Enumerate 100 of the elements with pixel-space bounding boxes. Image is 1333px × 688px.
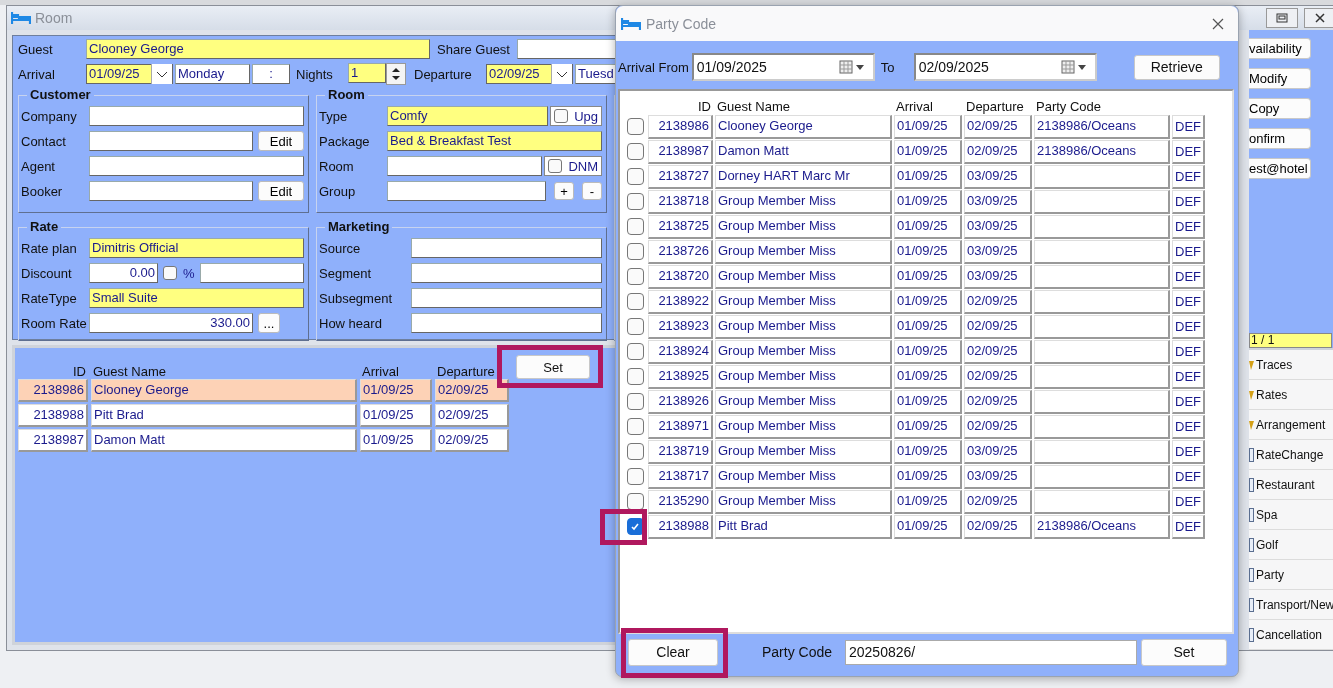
table-cell[interactable]: Damon Matt bbox=[715, 139, 892, 164]
table-cell[interactable] bbox=[1034, 214, 1170, 239]
dropdown-icon[interactable] bbox=[551, 64, 572, 84]
side-button[interactable]: vailability bbox=[1249, 38, 1311, 59]
checkbox[interactable] bbox=[626, 218, 644, 235]
table-cell[interactable]: 2138717 bbox=[648, 464, 713, 489]
table-cell[interactable]: 03/09/25 bbox=[964, 189, 1032, 214]
def-button[interactable]: DEF bbox=[1172, 139, 1205, 164]
text-field[interactable] bbox=[411, 238, 602, 258]
checkbox[interactable] bbox=[626, 143, 644, 160]
date-field[interactable]: 02/09/2025 bbox=[913, 53, 1097, 81]
checkbox[interactable] bbox=[626, 118, 644, 135]
def-button[interactable]: DEF bbox=[1172, 189, 1205, 214]
table-cell[interactable]: 2138925 bbox=[648, 364, 713, 389]
side-button[interactable]: Copy bbox=[1249, 98, 1311, 119]
side-tab[interactable]: Party bbox=[1249, 560, 1333, 590]
table-cell[interactable]: Dorney HART Marc Mr bbox=[715, 164, 892, 189]
table-cell[interactable]: 02/09/25 bbox=[964, 114, 1032, 139]
table-cell[interactable]: Pitt Brad bbox=[715, 514, 892, 539]
table-cell[interactable]: Group Member Miss bbox=[715, 414, 892, 439]
side-tab[interactable]: Restaurant bbox=[1249, 470, 1333, 500]
table-cell[interactable]: 2138987 bbox=[18, 429, 88, 452]
date-field[interactable]: 01/09/25 bbox=[86, 64, 173, 84]
table-cell[interactable]: Group Member Miss bbox=[715, 264, 892, 289]
text-field[interactable] bbox=[199, 263, 304, 283]
spinner-icon[interactable] bbox=[386, 63, 406, 85]
date-field[interactable]: 02/09/25 bbox=[486, 64, 573, 84]
table-cell[interactable]: Pitt Brad bbox=[91, 404, 357, 427]
def-button[interactable]: DEF bbox=[1172, 339, 1205, 364]
calendar-icon[interactable] bbox=[1060, 60, 1087, 74]
side-button[interactable]: Modify bbox=[1249, 68, 1311, 89]
table-cell[interactable]: 01/09/25 bbox=[894, 489, 962, 514]
text-field[interactable]: Small Suite bbox=[89, 288, 304, 308]
table-cell[interactable]: 01/09/25 bbox=[894, 464, 962, 489]
table-cell[interactable]: Clooney George bbox=[91, 379, 357, 402]
table-cell[interactable]: 2138719 bbox=[648, 439, 713, 464]
checkbox[interactable] bbox=[626, 243, 644, 260]
def-button[interactable]: DEF bbox=[1172, 489, 1205, 514]
checkbox[interactable] bbox=[548, 159, 563, 173]
table-cell[interactable]: 2138986 bbox=[648, 114, 713, 139]
table-cell[interactable]: 2138971 bbox=[648, 414, 713, 439]
table-cell[interactable] bbox=[1034, 389, 1170, 414]
table-cell[interactable]: Group Member Miss bbox=[715, 364, 892, 389]
table-cell[interactable]: 03/09/25 bbox=[964, 164, 1032, 189]
def-button[interactable]: DEF bbox=[1172, 114, 1205, 139]
table-cell[interactable]: 01/09/25 bbox=[894, 114, 962, 139]
table-cell[interactable]: 2138986/Oceans bbox=[1034, 139, 1170, 164]
table-cell[interactable]: 01/09/25 bbox=[894, 414, 962, 439]
text-field[interactable] bbox=[411, 288, 602, 308]
side-tab[interactable]: Arrangement bbox=[1249, 410, 1333, 440]
table-cell[interactable]: 2138727 bbox=[648, 164, 713, 189]
table-cell[interactable]: 02/09/25 bbox=[435, 404, 509, 427]
table-cell[interactable] bbox=[1034, 439, 1170, 464]
table-cell[interactable]: 03/09/25 bbox=[964, 264, 1032, 289]
date-field[interactable]: 01/09/2025 bbox=[691, 53, 875, 81]
table-cell[interactable]: 01/09/25 bbox=[894, 239, 962, 264]
table-cell[interactable]: 2135290 bbox=[648, 489, 713, 514]
table-cell[interactable]: 01/09/25 bbox=[894, 139, 962, 164]
table-cell[interactable]: Group Member Miss bbox=[715, 289, 892, 314]
table-cell[interactable]: 01/09/25 bbox=[360, 429, 432, 452]
def-button[interactable]: DEF bbox=[1172, 514, 1205, 539]
text-field[interactable]: Dimitris Official bbox=[89, 238, 304, 258]
table-cell[interactable] bbox=[1034, 289, 1170, 314]
edit-button[interactable]: Edit bbox=[258, 131, 304, 151]
table-cell[interactable]: 01/09/25 bbox=[360, 404, 432, 427]
text-field[interactable] bbox=[387, 156, 543, 176]
table-cell[interactable]: 01/09/25 bbox=[894, 214, 962, 239]
table-cell[interactable] bbox=[1034, 464, 1170, 489]
table-cell[interactable]: Group Member Miss bbox=[715, 214, 892, 239]
retrieve-button[interactable]: Retrieve bbox=[1133, 54, 1220, 80]
table-cell[interactable]: Group Member Miss bbox=[715, 339, 892, 364]
table-cell[interactable]: 01/09/25 bbox=[894, 514, 962, 539]
table-cell[interactable]: 01/09/25 bbox=[894, 389, 962, 414]
table-cell[interactable]: 2138922 bbox=[648, 289, 713, 314]
table-cell[interactable]: 01/09/25 bbox=[894, 289, 962, 314]
table-cell[interactable] bbox=[1034, 414, 1170, 439]
side-tab[interactable]: RateChange bbox=[1249, 440, 1333, 470]
text-field[interactable] bbox=[89, 181, 253, 201]
table-cell[interactable]: Clooney George bbox=[715, 114, 892, 139]
table-cell[interactable]: 03/09/25 bbox=[964, 214, 1032, 239]
table-cell[interactable]: 02/09/25 bbox=[964, 389, 1032, 414]
text-field[interactable]: Comfy bbox=[387, 106, 549, 126]
side-tab[interactable]: Golf bbox=[1249, 530, 1333, 560]
table-cell[interactable]: Group Member Miss bbox=[715, 489, 892, 514]
text-field[interactable]: 330.00 bbox=[89, 313, 253, 333]
table-cell[interactable] bbox=[1034, 239, 1170, 264]
side-tab[interactable]: Spa bbox=[1249, 500, 1333, 530]
def-button[interactable]: DEF bbox=[1172, 264, 1205, 289]
table-cell[interactable]: 2138720 bbox=[648, 264, 713, 289]
def-button[interactable]: DEF bbox=[1172, 364, 1205, 389]
table-cell[interactable]: Group Member Miss bbox=[715, 389, 892, 414]
table-cell[interactable]: 2138926 bbox=[648, 389, 713, 414]
table-cell[interactable]: Group Member Miss bbox=[715, 239, 892, 264]
text-field[interactable] bbox=[411, 313, 602, 333]
remove-button[interactable]: - bbox=[582, 182, 602, 200]
set-button[interactable]: Set bbox=[1141, 638, 1227, 666]
def-button[interactable]: DEF bbox=[1172, 239, 1205, 264]
checkbox[interactable] bbox=[626, 468, 644, 485]
table-cell[interactable]: 01/09/25 bbox=[894, 439, 962, 464]
def-button[interactable]: DEF bbox=[1172, 289, 1205, 314]
